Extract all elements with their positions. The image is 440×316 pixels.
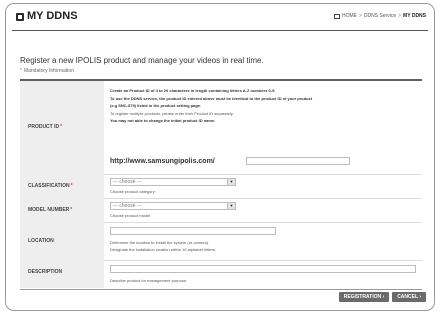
- ddns-page-frame: MY DDNS HOME > DDNS Service > MY DDNS Re…: [5, 3, 435, 311]
- description-input[interactable]: [110, 265, 416, 273]
- product-id-note-2: To use the DDNS service, the product ID …: [110, 96, 313, 101]
- page-headline: Register a new IPOLIS product and manage…: [20, 56, 264, 65]
- classification-content: --- choose --- ▼ Choose product category: [110, 174, 416, 198]
- classification-select[interactable]: --- choose --- ▼: [110, 178, 236, 186]
- model-number-row: MODEL NUMBER* --- choose --- ▼ Choose pr…: [20, 198, 422, 223]
- product-id-note-3: (e.g SNC-579) listed in the product sett…: [110, 103, 202, 108]
- classification-row: CLASSIFICATION* --- choose --- ▼ Choose …: [20, 174, 422, 199]
- description-row: DESCRIPTION Describe product for managem…: [20, 260, 422, 288]
- required-marker: *: [20, 68, 22, 74]
- product-url-prefix: http://www.samsungipolis.com/: [110, 158, 215, 165]
- classification-hint: Choose product category: [110, 189, 155, 194]
- required-marker: *: [70, 183, 73, 189]
- description-content: Describe product for management purpose.: [110, 260, 416, 288]
- page-header: MY DDNS HOME > DDNS Service > MY DDNS: [6, 4, 434, 32]
- form-actions: REGISTRATION › CANCEL ›: [338, 292, 426, 302]
- product-id-content: Create an Product ID of 4 to 20 characte…: [110, 81, 416, 174]
- product-id-note-5: You may not able to change the initial p…: [110, 118, 216, 123]
- chevron-down-icon[interactable]: ▼: [227, 203, 235, 209]
- page-title: MY DDNS: [27, 10, 78, 22]
- chevron-down-icon[interactable]: ▼: [227, 179, 235, 185]
- location-input[interactable]: [110, 227, 276, 235]
- model-number-selected-value: --- choose ---: [113, 203, 142, 209]
- description-label: DESCRIPTION: [28, 269, 63, 275]
- model-number-label: MODEL NUMBER*: [28, 207, 73, 213]
- label-cell: DESCRIPTION: [20, 260, 104, 288]
- model-number-content: --- choose --- ▼ Choose product model: [110, 198, 416, 222]
- breadcrumb-home[interactable]: HOME: [342, 13, 357, 19]
- location-label: LOCATION: [28, 238, 54, 244]
- description-hint: Describe product for management purpose.: [110, 278, 188, 283]
- title-bullet-icon: [16, 13, 24, 21]
- label-cell: CLASSIFICATION*: [20, 174, 104, 198]
- product-id-note-1: Create an Product ID of 4 to 20 characte…: [110, 88, 276, 93]
- model-number-hint: Choose product model: [110, 213, 151, 218]
- product-id-row: PRODUCT ID* Create an Product ID of 4 to…: [20, 81, 422, 175]
- cancel-button[interactable]: CANCEL ›: [392, 292, 426, 302]
- label-cell: PRODUCT ID*: [20, 81, 104, 174]
- breadcrumb-separator: >: [398, 13, 402, 19]
- product-registration-form: PRODUCT ID* Create an Product ID of 4 to…: [20, 79, 422, 290]
- location-row: LOCATION Determine the location to insta…: [20, 222, 422, 261]
- required-marker: *: [60, 124, 63, 130]
- breadcrumb-ddns-service[interactable]: DDNS Service: [364, 13, 396, 19]
- breadcrumb: HOME > DDNS Service > MY DDNS: [333, 13, 426, 19]
- mandatory-info-text: Mandatory Information: [23, 68, 74, 74]
- location-hint-2: Designate the installation location with…: [110, 247, 217, 252]
- model-number-select[interactable]: --- choose --- ▼: [110, 202, 236, 210]
- label-cell: MODEL NUMBER*: [20, 198, 104, 222]
- breadcrumb-current: MY DDNS: [403, 13, 426, 19]
- location-content: Determine the location to install the sy…: [110, 222, 416, 260]
- registration-button[interactable]: REGISTRATION ›: [338, 292, 390, 302]
- header-divider: [12, 30, 428, 31]
- label-cell: LOCATION: [20, 222, 104, 260]
- product-id-input[interactable]: [246, 157, 350, 165]
- classification-selected-value: --- choose ---: [113, 179, 142, 185]
- required-marker: *: [70, 207, 73, 213]
- mandatory-info-note: * Mandatory Information: [20, 68, 74, 74]
- home-icon[interactable]: [333, 13, 340, 19]
- breadcrumb-separator: >: [358, 13, 362, 19]
- product-id-note-4: To register multiple products, please en…: [110, 111, 234, 116]
- location-hint-1: Determine the location to install the sy…: [110, 240, 210, 245]
- product-id-label: PRODUCT ID*: [28, 124, 63, 130]
- classification-label: CLASSIFICATION*: [28, 183, 73, 189]
